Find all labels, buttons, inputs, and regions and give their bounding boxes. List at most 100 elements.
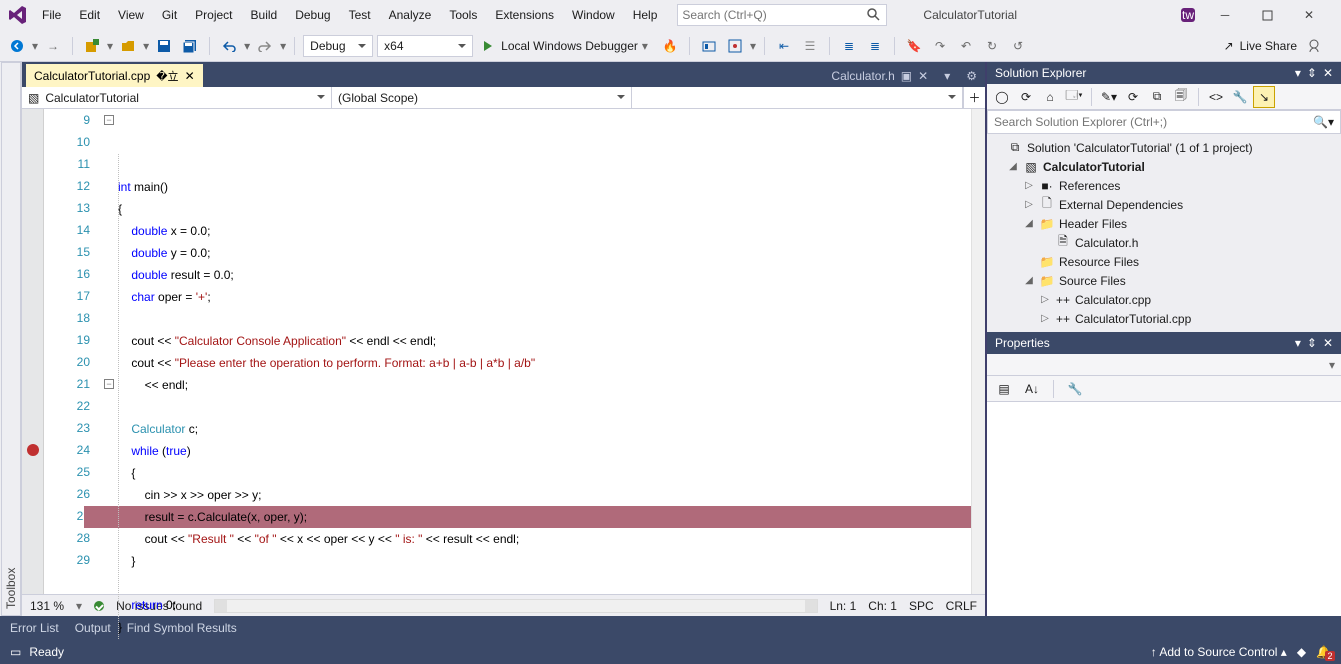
back-icon[interactable]: ◯ <box>991 86 1013 108</box>
live-share-icon[interactable]: ↗ <box>1224 39 1234 53</box>
close-icon[interactable]: ✕ <box>1323 336 1333 350</box>
bottom-tab-output[interactable]: Output <box>75 621 111 635</box>
show-all-icon[interactable]: 🗐 <box>1170 86 1192 108</box>
close-icon[interactable]: ✕ <box>185 69 195 83</box>
bookmark-icon[interactable]: 🔖 <box>903 35 925 57</box>
nav-member-select[interactable] <box>632 87 963 108</box>
code-lines[interactable]: int main(){ double x = 0.0; double y = 0… <box>118 109 971 594</box>
tree-item[interactable]: ▷■·References <box>991 176 1337 195</box>
menu-build[interactable]: Build <box>243 4 286 26</box>
menu-extensions[interactable]: Extensions <box>487 4 562 26</box>
save-all-button[interactable] <box>179 35 201 57</box>
notifications-button[interactable]: 🔔2 <box>1316 645 1331 659</box>
breakpoint-gutter[interactable] <box>22 109 44 594</box>
alphabetical-icon[interactable]: A↓ <box>1021 378 1043 400</box>
pin-icon[interactable]: ⇕ <box>1307 66 1317 80</box>
solution-search[interactable]: 🔍▾ <box>987 110 1341 134</box>
fold-toggle[interactable]: − <box>104 115 114 125</box>
tb-a[interactable]: ↷ <box>929 35 951 57</box>
properties-icon[interactable]: <> <box>1205 86 1227 108</box>
tb-b[interactable]: ↶ <box>955 35 977 57</box>
solution-tree[interactable]: ⧉Solution 'CalculatorTutorial' (1 of 1 p… <box>987 134 1341 332</box>
tab-overflow-button[interactable]: ▾ <box>936 64 958 87</box>
start-debug-button[interactable]: Local Windows Debugger ▾ <box>477 35 655 57</box>
vertical-scrollbar[interactable] <box>971 109 985 594</box>
tab-active-file[interactable]: CalculatorTutorial.cpp �立 ✕ <box>26 64 203 87</box>
fwd-icon[interactable]: ⟳ <box>1015 86 1037 108</box>
uncomment-icon[interactable]: ≣ <box>864 35 886 57</box>
menu-view[interactable]: View <box>110 4 152 26</box>
sync-icon[interactable]: ⟳ <box>1122 86 1144 108</box>
pin-icon[interactable]: ⇕ <box>1307 336 1317 350</box>
categorized-icon[interactable]: ▤ <box>993 378 1015 400</box>
breakpoint-icon[interactable] <box>27 444 39 456</box>
toolbox-strip[interactable]: Toolbox <box>0 62 22 616</box>
bottom-tab-error-list[interactable]: Error List <box>10 621 59 635</box>
pin-icon[interactable]: �立 <box>156 68 178 84</box>
tab-settings-button[interactable]: ⚙ <box>958 64 985 87</box>
preview-icon[interactable]: 🔧 <box>1229 86 1251 108</box>
redo-button[interactable] <box>254 35 276 57</box>
menu-analyze[interactable]: Analyze <box>381 4 440 26</box>
feedback-icon[interactable] <box>1303 35 1325 57</box>
tree-item[interactable]: ◢📁Header Files <box>991 214 1337 233</box>
tree-item[interactable]: 📁Resource Files <box>991 252 1337 271</box>
tool-btn-2[interactable] <box>724 35 746 57</box>
new-project-button[interactable] <box>81 35 103 57</box>
tree-item[interactable]: 🗎Calculator.h <box>991 233 1337 252</box>
dropdown-icon[interactable]: ▾ <box>1295 66 1301 80</box>
close-icon[interactable]: ✕ <box>1323 66 1333 80</box>
undo-button[interactable] <box>218 35 240 57</box>
menu-file[interactable]: File <box>34 4 69 26</box>
view-toggle-icon[interactable]: ↘ <box>1253 86 1275 108</box>
add-source-control-button[interactable]: ↑ Add to Source Control ▴ <box>1151 645 1287 659</box>
nav-fwd-button[interactable]: → <box>42 35 64 57</box>
tree-item[interactable]: ▷++CalculatorTutorial.cpp <box>991 309 1337 328</box>
zoom-level[interactable]: 131 % <box>30 599 64 613</box>
tb-d[interactable]: ↺ <box>1007 35 1029 57</box>
tree-item[interactable]: ◢📁Source Files <box>991 271 1337 290</box>
solution-name[interactable]: CalculatorTutorial <box>913 4 1027 26</box>
fold-toggle[interactable]: − <box>104 379 114 389</box>
tab-preview-file[interactable]: Calculator.h ▣ ✕ <box>823 64 936 87</box>
properties-title[interactable]: Properties ▾ ⇕ ✕ <box>987 332 1341 354</box>
tree-item[interactable]: ▷🗋External Dependencies <box>991 195 1337 214</box>
nav-scope-select[interactable]: (Global Scope) <box>332 87 632 108</box>
repo-icon[interactable]: ◆ <box>1297 645 1306 659</box>
tool-btn-1[interactable] <box>698 35 720 57</box>
pending-changes-icon[interactable]: ✎▾ <box>1098 86 1120 108</box>
tree-item[interactable]: ▷++Calculator.cpp <box>991 290 1337 309</box>
solution-search-input[interactable] <box>994 115 1313 129</box>
account-icon[interactable]: tw <box>1179 6 1197 24</box>
menu-debug[interactable]: Debug <box>287 4 338 26</box>
minimize-button[interactable]: ─ <box>1211 5 1239 25</box>
open-file-button[interactable] <box>117 35 139 57</box>
configuration-select[interactable]: Debug <box>303 35 373 57</box>
split-editor-button[interactable]: ＋ <box>963 87 985 108</box>
fire-icon[interactable]: 🔥 <box>659 35 681 57</box>
tb-c[interactable]: ↻ <box>981 35 1003 57</box>
indent-less-icon[interactable]: ⇤ <box>773 35 795 57</box>
layout-icon[interactable]: ▭ <box>10 645 21 659</box>
global-search-input[interactable] <box>682 8 862 22</box>
horizontal-scrollbar[interactable] <box>214 599 817 613</box>
properties-object-select[interactable]: ▾ <box>987 354 1341 376</box>
menu-test[interactable]: Test <box>341 4 379 26</box>
solution-explorer-title[interactable]: Solution Explorer ▾ ⇕ ✕ <box>987 62 1341 84</box>
nav-project-select[interactable]: ▧CalculatorTutorial <box>22 87 332 108</box>
comment-icon[interactable]: ≣ <box>838 35 860 57</box>
menu-git[interactable]: Git <box>154 4 185 26</box>
close-icon[interactable]: ✕ <box>918 69 928 83</box>
promote-icon[interactable]: ▣ <box>901 69 912 83</box>
global-search[interactable] <box>677 4 887 26</box>
collapse-icon[interactable]: ⧉ <box>1146 86 1168 108</box>
maximize-button[interactable] <box>1253 5 1281 25</box>
live-share-label[interactable]: Live Share <box>1240 39 1297 53</box>
menu-project[interactable]: Project <box>187 4 240 26</box>
tree-item[interactable]: ◢▧CalculatorTutorial <box>991 157 1337 176</box>
nav-back-button[interactable] <box>6 35 28 57</box>
home-icon[interactable]: ⌂ <box>1039 86 1061 108</box>
close-button[interactable]: ✕ <box>1295 5 1323 25</box>
wrench-icon[interactable]: 🔧 <box>1064 378 1086 400</box>
menu-help[interactable]: Help <box>625 4 666 26</box>
